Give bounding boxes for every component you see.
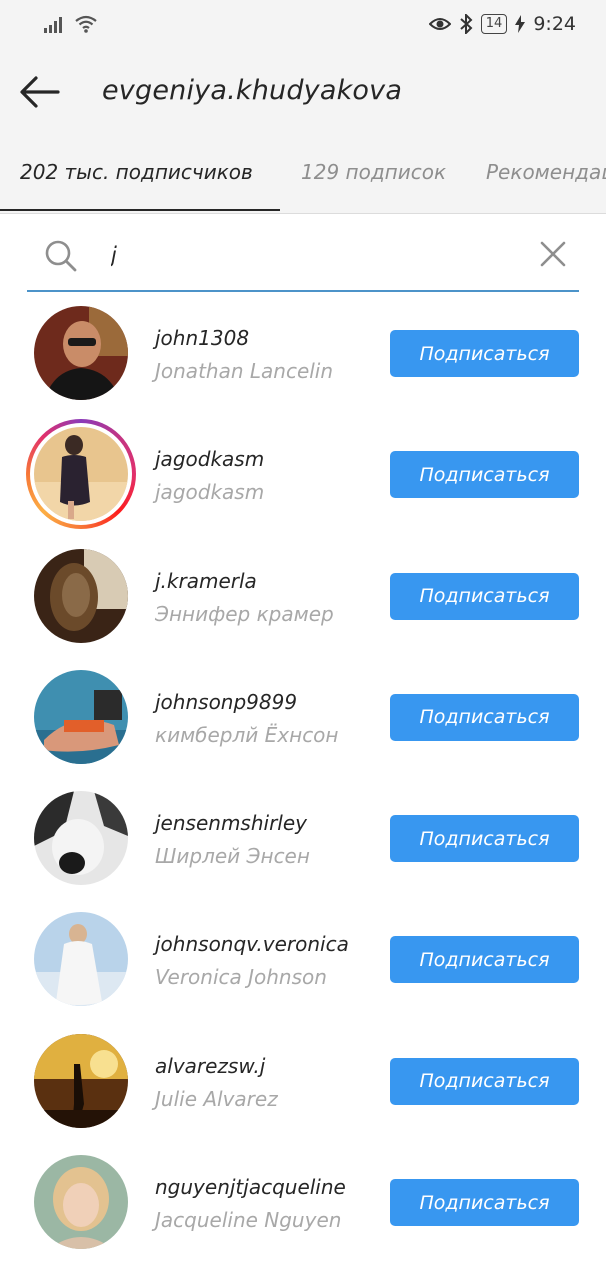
username[interactable]: nguyenjtjacqueline: [155, 1175, 346, 1199]
search-input[interactable]: [111, 239, 511, 271]
bluetooth-icon: [460, 14, 473, 34]
username[interactable]: j.kramerla: [155, 569, 257, 593]
username[interactable]: john1308: [155, 326, 249, 350]
follow-button[interactable]: Подписаться: [390, 451, 579, 499]
avatar[interactable]: [34, 1155, 128, 1250]
follow-button[interactable]: Подписаться: [390, 936, 579, 984]
full-name: кимберлй Ёхнсон: [155, 722, 339, 747]
full-name: Julie Alvarez: [155, 1086, 278, 1111]
full-name: Jacqueline Nguyen: [155, 1208, 342, 1233]
tab-recommendations[interactable]: Рекомендации: [486, 160, 606, 184]
full-name: Ширлей Энсен: [155, 844, 310, 869]
wifi-icon: [75, 15, 97, 33]
list-item: jensenmshirley Ширлей Энсен Подписаться: [0, 781, 606, 902]
avatar[interactable]: [34, 306, 128, 400]
follow-button[interactable]: Подписаться: [390, 1179, 579, 1227]
back-arrow-icon[interactable]: [18, 72, 62, 112]
follow-button[interactable]: Подписаться: [390, 330, 579, 377]
active-tab-indicator: [0, 209, 280, 211]
charging-icon: [515, 15, 526, 33]
full-name: Jonathan Lancelin: [155, 359, 334, 383]
page-title: evgeniya.khudyakova: [102, 75, 403, 106]
avatar[interactable]: [34, 548, 128, 643]
username[interactable]: johnsonqv.veronica: [155, 932, 349, 956]
tab-followers[interactable]: 202 тыс. подписчиков: [20, 160, 253, 184]
full-name: jagodkasm: [155, 480, 265, 505]
username[interactable]: jensenmshirley: [155, 811, 307, 835]
avatar[interactable]: [34, 427, 128, 522]
follow-button[interactable]: Подписаться: [390, 693, 579, 741]
list-item: john1308 Jonathan Lancelin Подписаться: [0, 296, 606, 417]
full-name: Veronica Johnson: [155, 965, 327, 990]
avatar[interactable]: [34, 912, 128, 1007]
list-item: johnsonp9899 кимберлй Ёхнсон Подписаться: [0, 660, 606, 781]
eye-icon: [428, 18, 451, 30]
status-bar: 14 9:24: [0, 0, 606, 50]
signal-icon: [44, 17, 62, 33]
follow-button[interactable]: Подписаться: [390, 572, 579, 620]
follower-list: john1308 Jonathan Lancelin Подписаться j…: [0, 296, 606, 1266]
search-bar: [27, 226, 579, 292]
avatar[interactable]: [34, 791, 128, 886]
avatar[interactable]: [34, 1033, 128, 1128]
tab-bar: 202 тыс. подписчиков 129 подписок Рекоме…: [0, 136, 606, 214]
list-item: johnsonqv.veronica Veronica Johnson Подп…: [0, 902, 606, 1023]
avatar[interactable]: [34, 669, 128, 764]
search-icon: [45, 240, 77, 272]
username[interactable]: jagodkasm: [155, 447, 264, 471]
close-icon[interactable]: [539, 240, 567, 268]
list-item: alvarezsw.j Julie Alvarez Подписаться: [0, 1024, 606, 1145]
list-item: nguyenjtjacqueline Jacqueline Nguyen Под…: [0, 1145, 606, 1266]
full-name: Эннифер крамер: [155, 601, 334, 626]
tab-following[interactable]: 129 подписок: [301, 160, 446, 184]
header: evgeniya.khudyakova: [0, 50, 606, 136]
battery-icon: 14: [480, 14, 508, 34]
list-item: jagodkasm jagodkasm Подписаться: [0, 417, 606, 538]
follow-button[interactable]: Подписаться: [390, 815, 579, 863]
follow-button[interactable]: Подписаться: [390, 1057, 579, 1105]
username[interactable]: johnsonp9899: [155, 690, 297, 714]
username[interactable]: alvarezsw.j: [155, 1054, 265, 1078]
clock: 9:24: [533, 13, 576, 35]
list-item: j.kramerla Эннифер крамер Подписаться: [0, 539, 606, 660]
